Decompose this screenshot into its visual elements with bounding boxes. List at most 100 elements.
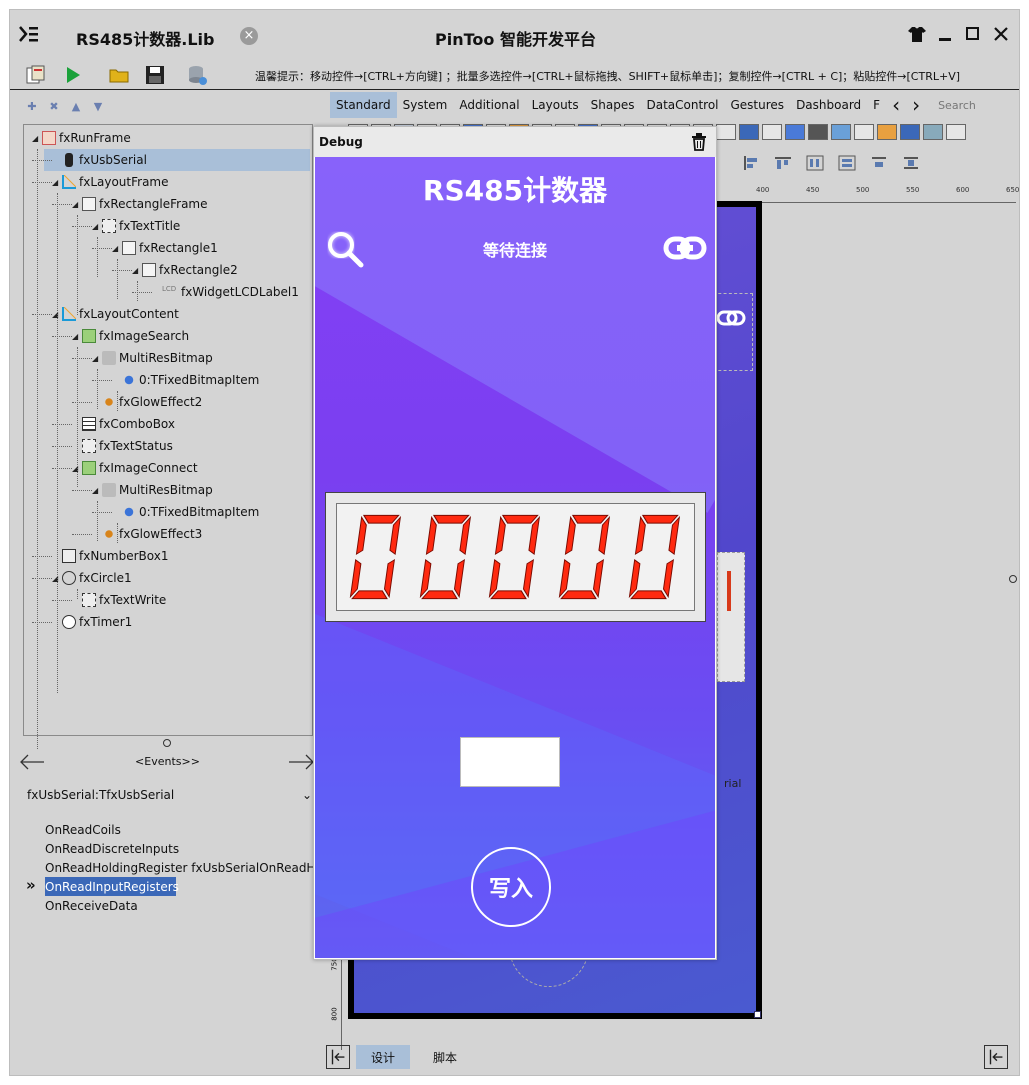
object-selector-value: fxUsbSerial:TfxUsbSerial <box>27 788 175 802</box>
number-box[interactable] <box>460 737 560 787</box>
tree-node[interactable]: fxTextWrite <box>82 589 166 611</box>
tree-node[interactable]: fxUsbSerial <box>44 149 310 171</box>
tab-dashboard[interactable]: Dashboard <box>790 92 867 118</box>
tree-node[interactable]: 0:TFixedBitmapItem <box>122 501 259 523</box>
tree-node[interactable]: fxLayoutContent <box>62 303 179 325</box>
component-tool-icon[interactable] <box>831 124 851 140</box>
tab-gestures[interactable]: Gestures <box>725 92 791 118</box>
tree-node[interactable]: fxTimer1 <box>62 611 132 633</box>
event-item[interactable]: OnReadDiscreteInputs <box>45 839 179 858</box>
expand-toggle-icon[interactable]: ◢ <box>32 134 38 143</box>
tree-node[interactable]: MultiResBitmap <box>102 347 213 369</box>
event-item[interactable]: OnReceiveData <box>45 896 138 915</box>
distribute-v-icon[interactable] <box>838 155 856 171</box>
delete-node-icon[interactable]: ✖ <box>46 98 62 114</box>
tree-node[interactable]: fxRectangleFrame <box>82 193 208 215</box>
tabs-next-icon[interactable]: › <box>912 93 920 117</box>
same-height-icon[interactable] <box>902 155 920 171</box>
tree-node[interactable]: LCD fxWidgetLCDLabel1 <box>162 281 299 303</box>
event-item[interactable]: OnReadHoldingRegister fxUsbSerialOnReadH… <box>45 858 345 877</box>
trash-icon[interactable] <box>691 133 707 151</box>
tab-system[interactable]: System <box>397 92 454 118</box>
component-tool-icon[interactable] <box>946 124 966 140</box>
add-node-icon[interactable]: ✚ <box>24 98 40 114</box>
component-tool-icon[interactable] <box>762 124 782 140</box>
event-item[interactable]: OnReadCoils <box>45 820 121 839</box>
lcd-segment <box>432 514 470 524</box>
tab-additional[interactable]: Additional <box>453 92 525 118</box>
move-down-icon[interactable]: ▼ <box>90 98 106 114</box>
expand-toggle-icon[interactable]: ◢ <box>52 178 58 187</box>
tab-script[interactable]: 脚本 <box>420 1045 470 1069</box>
palette-search-input[interactable]: Search <box>938 99 976 112</box>
close-icon[interactable] <box>991 24 1011 44</box>
expand-toggle-icon[interactable]: ◢ <box>132 266 138 275</box>
expand-toggle-icon[interactable]: ◢ <box>72 200 78 209</box>
distribute-h-icon[interactable] <box>806 155 824 171</box>
text-icon <box>82 439 96 453</box>
lcd-digit <box>419 514 471 600</box>
tree-node[interactable]: fxNumberBox1 <box>62 545 168 567</box>
close-file-icon[interactable]: × <box>240 27 258 45</box>
tree-node[interactable]: fxComboBox <box>82 413 175 435</box>
tree-node[interactable]: fxRunFrame <box>42 127 131 149</box>
lcd-segment <box>362 514 400 524</box>
resize-handle[interactable] <box>754 1011 761 1018</box>
align-top-icon[interactable] <box>774 155 792 171</box>
tab-standard[interactable]: Standard <box>330 92 397 118</box>
maximize-icon[interactable] <box>963 24 983 44</box>
tree-node[interactable]: fxCircle1 <box>62 567 132 589</box>
collapse-right-icon[interactable] <box>984 1045 1008 1069</box>
tab-shapes[interactable]: Shapes <box>585 92 641 118</box>
tree-node-label: fxTextStatus <box>99 439 173 453</box>
splitter-handle[interactable] <box>163 739 171 747</box>
expand-toggle-icon[interactable]: ◢ <box>72 332 78 341</box>
tab-design[interactable]: 设计 <box>356 1045 410 1069</box>
open-folder-icon[interactable] <box>108 64 130 86</box>
same-width-icon[interactable] <box>870 155 888 171</box>
collapse-left-icon[interactable] <box>326 1045 350 1069</box>
tree-node[interactable]: fxTextTitle <box>102 215 180 237</box>
tree-node[interactable]: fxImageSearch <box>82 325 189 347</box>
tree-node[interactable]: fxLayoutFrame <box>62 171 169 193</box>
component-tool-icon[interactable] <box>716 124 736 140</box>
run-icon[interactable] <box>62 64 84 86</box>
component-tool-icon[interactable] <box>854 124 874 140</box>
tree-node[interactable]: fxRectangle1 <box>122 237 218 259</box>
move-up-icon[interactable]: ▲ <box>68 98 84 114</box>
arrow-right-icon[interactable] <box>288 754 314 770</box>
right-splitter-handle[interactable] <box>1009 575 1017 583</box>
component-tool-icon[interactable] <box>808 124 828 140</box>
tab-f[interactable]: F <box>867 92 886 118</box>
menu-icon[interactable] <box>18 24 40 44</box>
tree-node[interactable]: MultiResBitmap <box>102 479 213 501</box>
skin-icon[interactable] <box>907 24 927 44</box>
minimize-icon[interactable] <box>935 24 955 44</box>
tree-node[interactable]: fxImageConnect <box>82 457 198 479</box>
expand-toggle-icon[interactable]: ◢ <box>92 354 98 363</box>
write-button[interactable]: 写入 <box>471 847 551 927</box>
expand-toggle-icon[interactable]: ◢ <box>92 486 98 495</box>
tree-node[interactable]: fxRectangle2 <box>142 259 238 281</box>
component-tool-icon[interactable] <box>923 124 943 140</box>
glow-icon <box>102 527 116 541</box>
tabs-prev-icon[interactable]: ‹ <box>892 93 900 117</box>
tree-node[interactable]: 0:TFixedBitmapItem <box>122 369 259 391</box>
component-tool-icon[interactable] <box>739 124 759 140</box>
component-tool-icon[interactable] <box>900 124 920 140</box>
database-icon[interactable] <box>186 64 208 86</box>
object-selector[interactable]: fxUsbSerial:TfxUsbSerial ⌄ <box>27 788 312 808</box>
project-icon[interactable] <box>24 64 46 86</box>
expand-toggle-icon[interactable]: ◢ <box>112 244 118 253</box>
event-item[interactable]: OnReadInputRegisters <box>45 877 179 896</box>
tab-datacontrol[interactable]: DataControl <box>640 92 724 118</box>
align-left-icon[interactable] <box>742 155 760 171</box>
component-tool-icon[interactable] <box>785 124 805 140</box>
save-icon[interactable] <box>144 64 166 86</box>
expand-toggle-icon[interactable]: ◢ <box>92 222 98 231</box>
tab-layouts[interactable]: Layouts <box>526 92 585 118</box>
component-tool-icon[interactable] <box>877 124 897 140</box>
tree-node[interactable]: fxTextStatus <box>82 435 173 457</box>
tree-guide <box>97 501 98 541</box>
link-icon[interactable] <box>663 231 707 265</box>
